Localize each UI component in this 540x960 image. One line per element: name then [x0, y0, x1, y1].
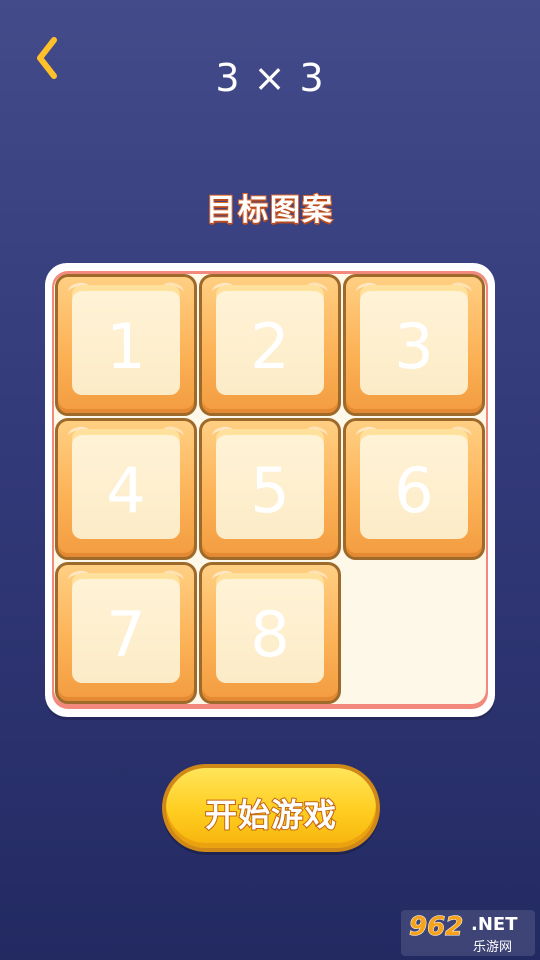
- page-title: 3 × 3: [215, 56, 325, 100]
- puzzle-tile-7[interactable]: 7: [55, 562, 197, 704]
- puzzle-tile-3[interactable]: 3: [343, 274, 485, 416]
- start-game-label: 开始游戏: [204, 795, 337, 835]
- tile-number: 1: [106, 310, 146, 383]
- puzzle-tile-5[interactable]: 5: [199, 418, 341, 560]
- empty-slot[interactable]: [343, 562, 485, 704]
- tile-number: 6: [394, 454, 434, 527]
- tile-number: 4: [106, 454, 146, 527]
- tile-number: 3: [394, 310, 434, 383]
- tile-number: 5: [250, 454, 290, 527]
- tile-number: 2: [250, 310, 290, 383]
- puzzle-tile-8[interactable]: 8: [199, 562, 341, 704]
- watermark-sub: 乐游网: [473, 940, 513, 955]
- puzzle-tile-2[interactable]: 2: [199, 274, 341, 416]
- site-watermark: 962 .NET 乐游网: [401, 910, 535, 956]
- puzzle-tile-6[interactable]: 6: [343, 418, 485, 560]
- watermark-number: 962: [408, 912, 464, 943]
- puzzle-tile-4[interactable]: 4: [55, 418, 197, 560]
- tile-number: 8: [250, 598, 290, 671]
- watermark-net: .NET: [471, 914, 518, 935]
- tile-number: 7: [106, 598, 146, 671]
- target-pattern-label: 目标图案: [205, 192, 334, 229]
- start-game-button[interactable]: 开始游戏: [162, 764, 380, 852]
- puzzle-tile-1[interactable]: 1: [55, 274, 197, 416]
